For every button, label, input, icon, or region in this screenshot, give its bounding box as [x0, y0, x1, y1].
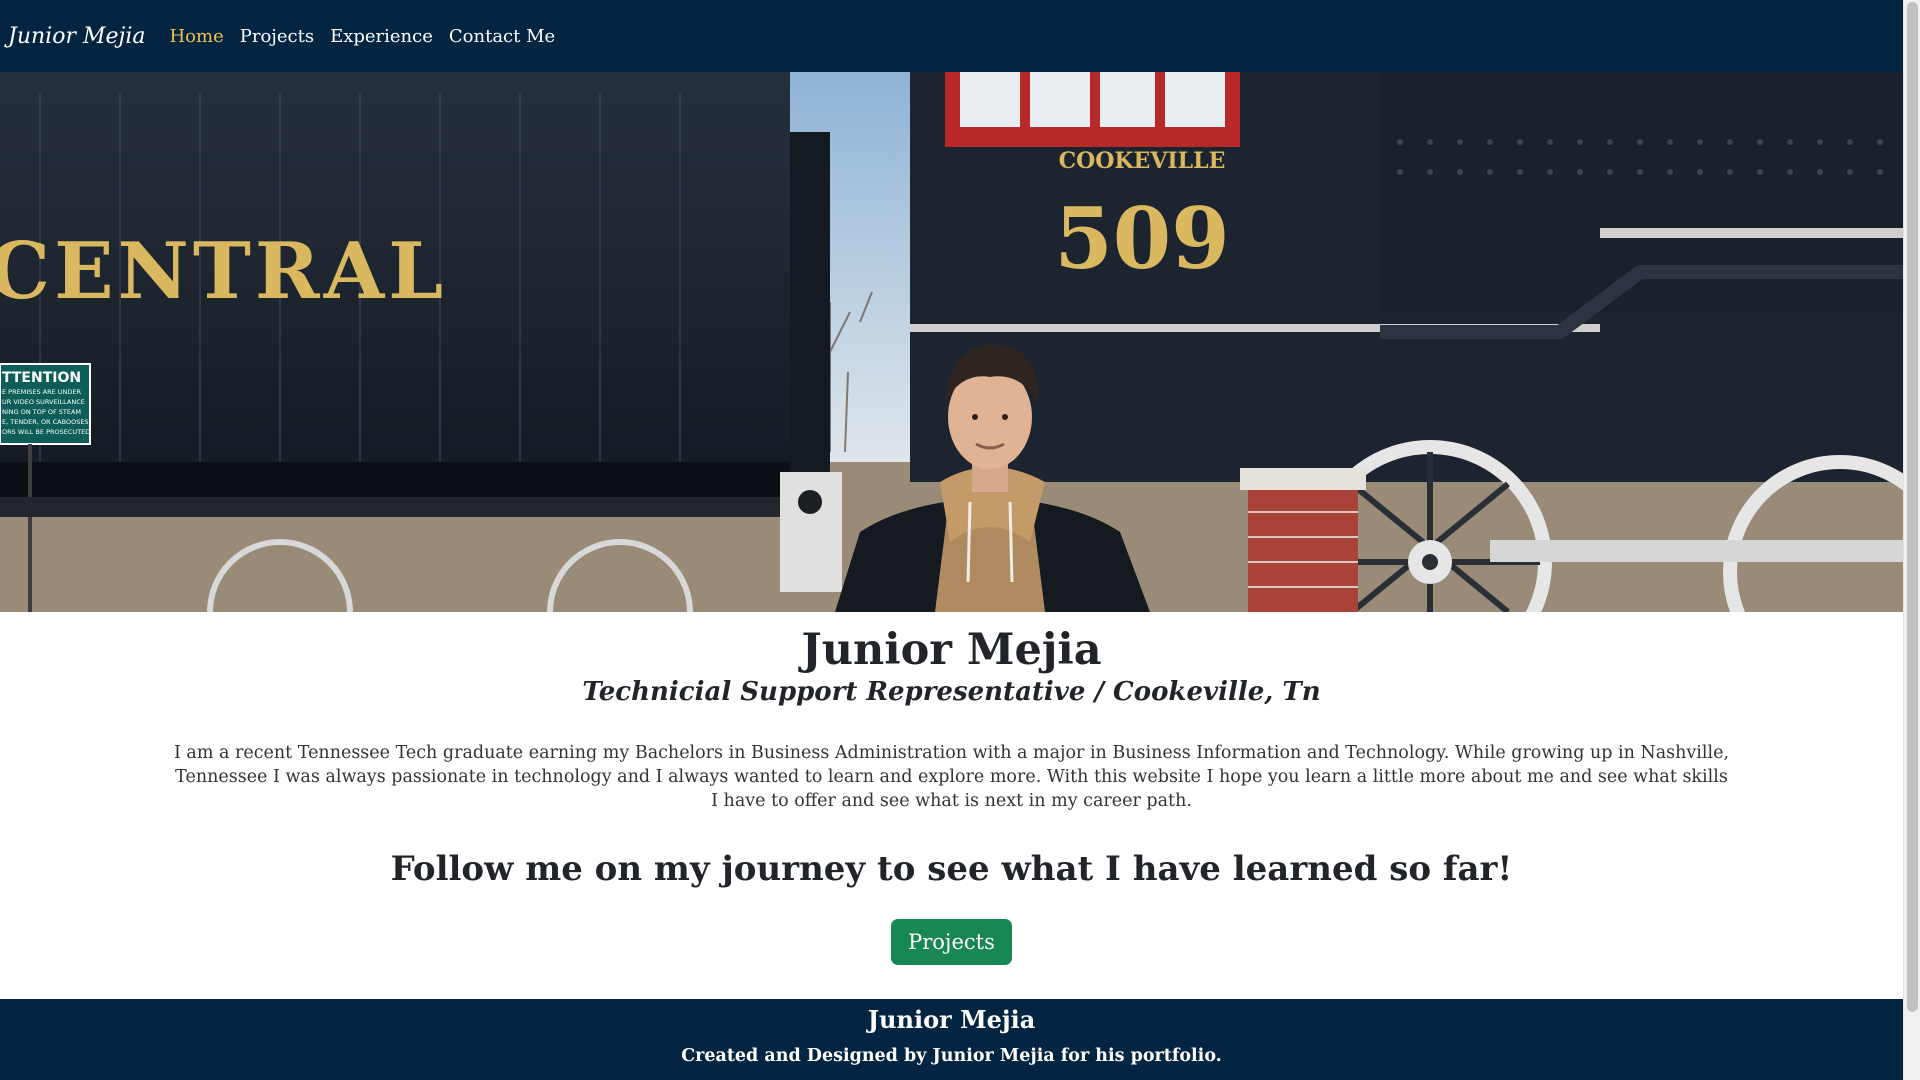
footer: Junior Mejia Created and Designed by Jun… [0, 999, 1903, 1080]
projects-button[interactable]: Projects [891, 919, 1012, 966]
hero-photo: CENTRAL TTENTION E PREMISES ARE UNDER UR… [0, 72, 1903, 612]
navbar: Junior Mejia Home Projects Experience Co… [0, 0, 1903, 72]
nav-link-home[interactable]: Home [169, 26, 223, 47]
nav-link-experience[interactable]: Experience [330, 26, 433, 47]
sign-heading: TTENTION [2, 370, 81, 386]
profile-name: Junior Mejia [801, 625, 1102, 675]
sign-line: E PREMISES ARE UNDER [2, 388, 82, 396]
hero-photo-illustration: CENTRAL TTENTION E PREMISES ARE UNDER UR… [0, 72, 1903, 612]
footer-name: Junior Mejia [867, 1005, 1036, 1034]
sign-line: UR VIDEO SURVEILLANCE [2, 398, 85, 406]
tagline: Follow me on my journey to see what I ha… [390, 849, 1513, 890]
nav-link-contact[interactable]: Contact Me [449, 26, 555, 47]
train-lettering: CENTRAL [0, 226, 447, 317]
train-city-lettering: COOKEVILLE [1059, 148, 1226, 174]
scrollbar-thumb[interactable] [1907, 2, 1918, 1012]
vertical-scrollbar[interactable] [1903, 0, 1920, 1080]
brand-link[interactable]: Junior Mejia [8, 24, 145, 49]
train-number: 509 [1054, 189, 1229, 288]
intro-section: Junior Mejia Technicial Support Represen… [0, 612, 1903, 1000]
sign-line: ORS WILL BE PROSECUTED [2, 428, 90, 436]
page: Junior Mejia Home Projects Experience Co… [0, 0, 1903, 1080]
sign-line: NING ON TOP OF STEAM [2, 408, 81, 416]
profile-title: Technicial Support Representative / Cook… [582, 677, 1321, 708]
bio-paragraph: I am a recent Tennessee Tech graduate ea… [173, 743, 1730, 812]
sign-line: E, TENDER, OR CABOOSES [2, 418, 89, 426]
nav-link-projects[interactable]: Projects [240, 26, 314, 47]
footer-credit: Created and Designed by Junior Mejia for… [681, 1046, 1222, 1066]
